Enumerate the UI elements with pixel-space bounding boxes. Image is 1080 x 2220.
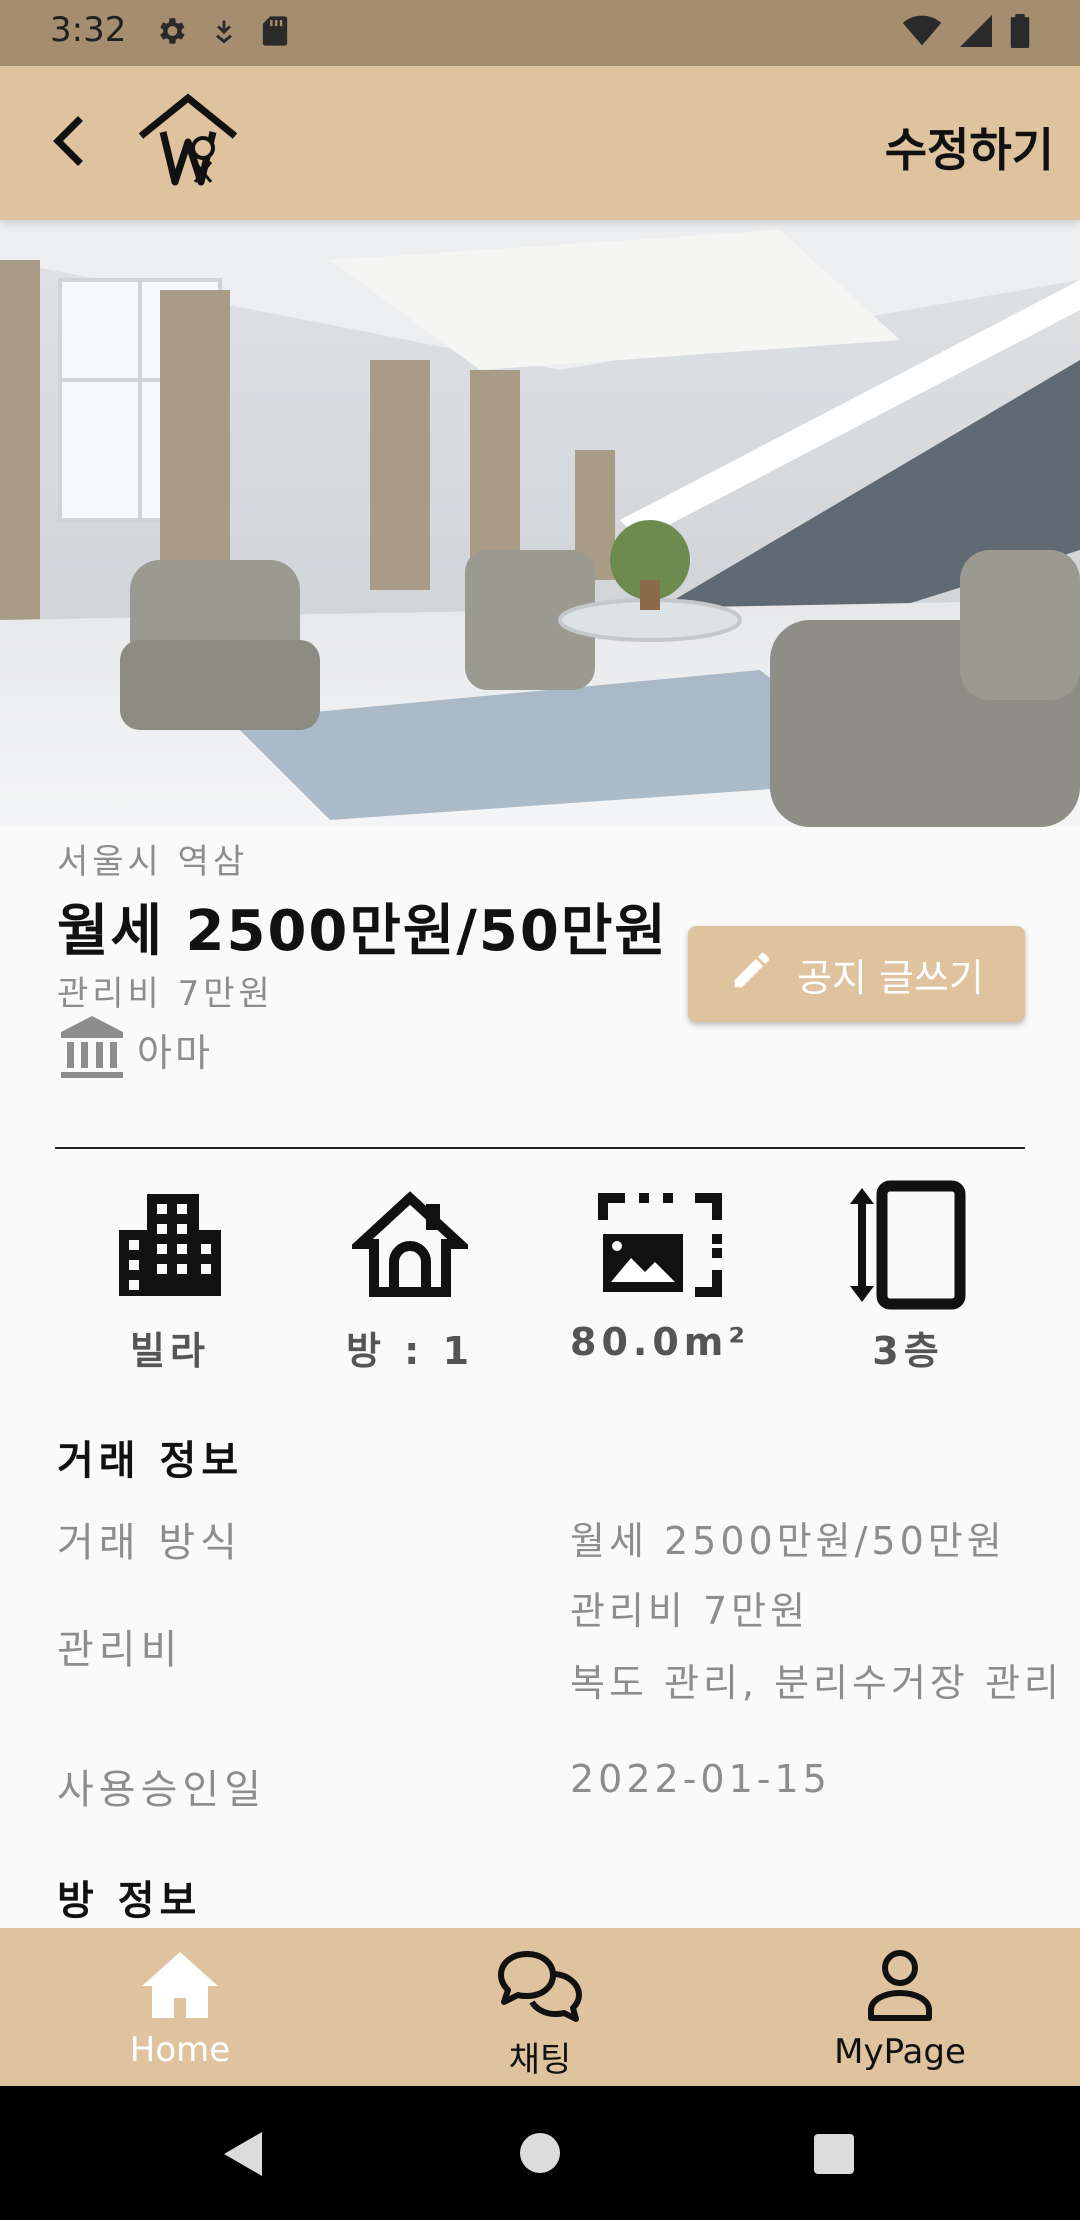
nav-home-label: Home xyxy=(129,2030,231,2070)
status-bar: 3:32 xyxy=(0,0,1080,66)
app-bar: 수정하기 xyxy=(0,66,1080,220)
approval-date-label: 사용승인일 xyxy=(57,1767,266,1813)
battery-icon xyxy=(1010,14,1030,52)
chat-icon xyxy=(360,1948,720,2024)
management-items-value: 복도 관리, 분리수거장 관리 xyxy=(570,1661,1063,1705)
feature-area: 80.0m² xyxy=(560,1180,760,1364)
wifi-icon xyxy=(902,15,942,51)
feature-rooms: 방 : 1 xyxy=(310,1180,510,1375)
feature-label: 80.0m² xyxy=(570,1320,750,1364)
trade-info-title: 거래 정보 xyxy=(57,1438,244,1484)
feature-floor: 3층 xyxy=(808,1180,1008,1375)
home-icon xyxy=(0,1948,360,2020)
system-navigation-bar xyxy=(0,2086,1080,2220)
system-recents-icon[interactable] xyxy=(814,2134,854,2178)
listing-management-fee: 관리비 7만원 xyxy=(57,974,274,1014)
feature-building-type: 빌라 xyxy=(70,1180,270,1375)
nav-home[interactable]: Home xyxy=(0,1928,360,2086)
edit-button[interactable]: 수정하기 xyxy=(885,114,1054,180)
trade-type-label: 거래 방식 xyxy=(57,1520,242,1566)
listing-photo xyxy=(0,220,1080,827)
settings-icon xyxy=(154,14,188,52)
status-time: 3:32 xyxy=(50,10,127,50)
nav-mypage-label: MyPage xyxy=(834,2032,966,2072)
agent-name: 아마 xyxy=(137,1030,213,1075)
nav-mypage[interactable]: MyPage xyxy=(720,1928,1080,2086)
building-icon xyxy=(70,1180,270,1310)
management-fee-label: 관리비 xyxy=(57,1627,183,1673)
agent-info: 아마 xyxy=(57,1012,213,1086)
divider xyxy=(55,1147,1025,1149)
feature-label: 방 : 1 xyxy=(345,1329,475,1373)
trade-type-value: 월세 2500만원/50만원 xyxy=(570,1519,1006,1563)
floor-icon xyxy=(808,1180,1008,1310)
nav-chat[interactable]: 채팅 xyxy=(360,1928,720,2086)
feature-label: 빌라 xyxy=(130,1329,210,1373)
bottom-navigation: Home 채팅 MyPage xyxy=(0,1928,1080,2086)
management-fee-value: 관리비 7만원 xyxy=(570,1589,810,1633)
sd-card-icon xyxy=(260,14,290,52)
bank-icon xyxy=(57,1012,127,1086)
listing-price: 월세 2500만원/50만원 xyxy=(57,899,668,964)
signal-icon xyxy=(960,15,992,51)
pencil-icon xyxy=(729,947,775,1002)
house-icon xyxy=(310,1180,510,1310)
approval-date-value: 2022-01-15 xyxy=(570,1757,831,1801)
write-notice-label: 공지 글쓰기 xyxy=(797,955,984,1000)
person-icon xyxy=(720,1948,1080,2022)
logo-icon xyxy=(135,92,241,192)
room-info-title: 방 정보 xyxy=(57,1878,202,1924)
nav-chat-label: 채팅 xyxy=(508,2040,572,2080)
area-icon xyxy=(560,1180,760,1310)
system-back-icon[interactable] xyxy=(222,2130,266,2182)
write-notice-button[interactable]: 공지 글쓰기 xyxy=(688,926,1025,1022)
download-icon xyxy=(210,15,238,51)
listing-location: 서울시 역삼 xyxy=(57,842,249,882)
back-arrow-icon[interactable] xyxy=(40,111,100,171)
system-home-icon[interactable] xyxy=(519,2132,561,2178)
feature-label: 3층 xyxy=(872,1329,944,1373)
